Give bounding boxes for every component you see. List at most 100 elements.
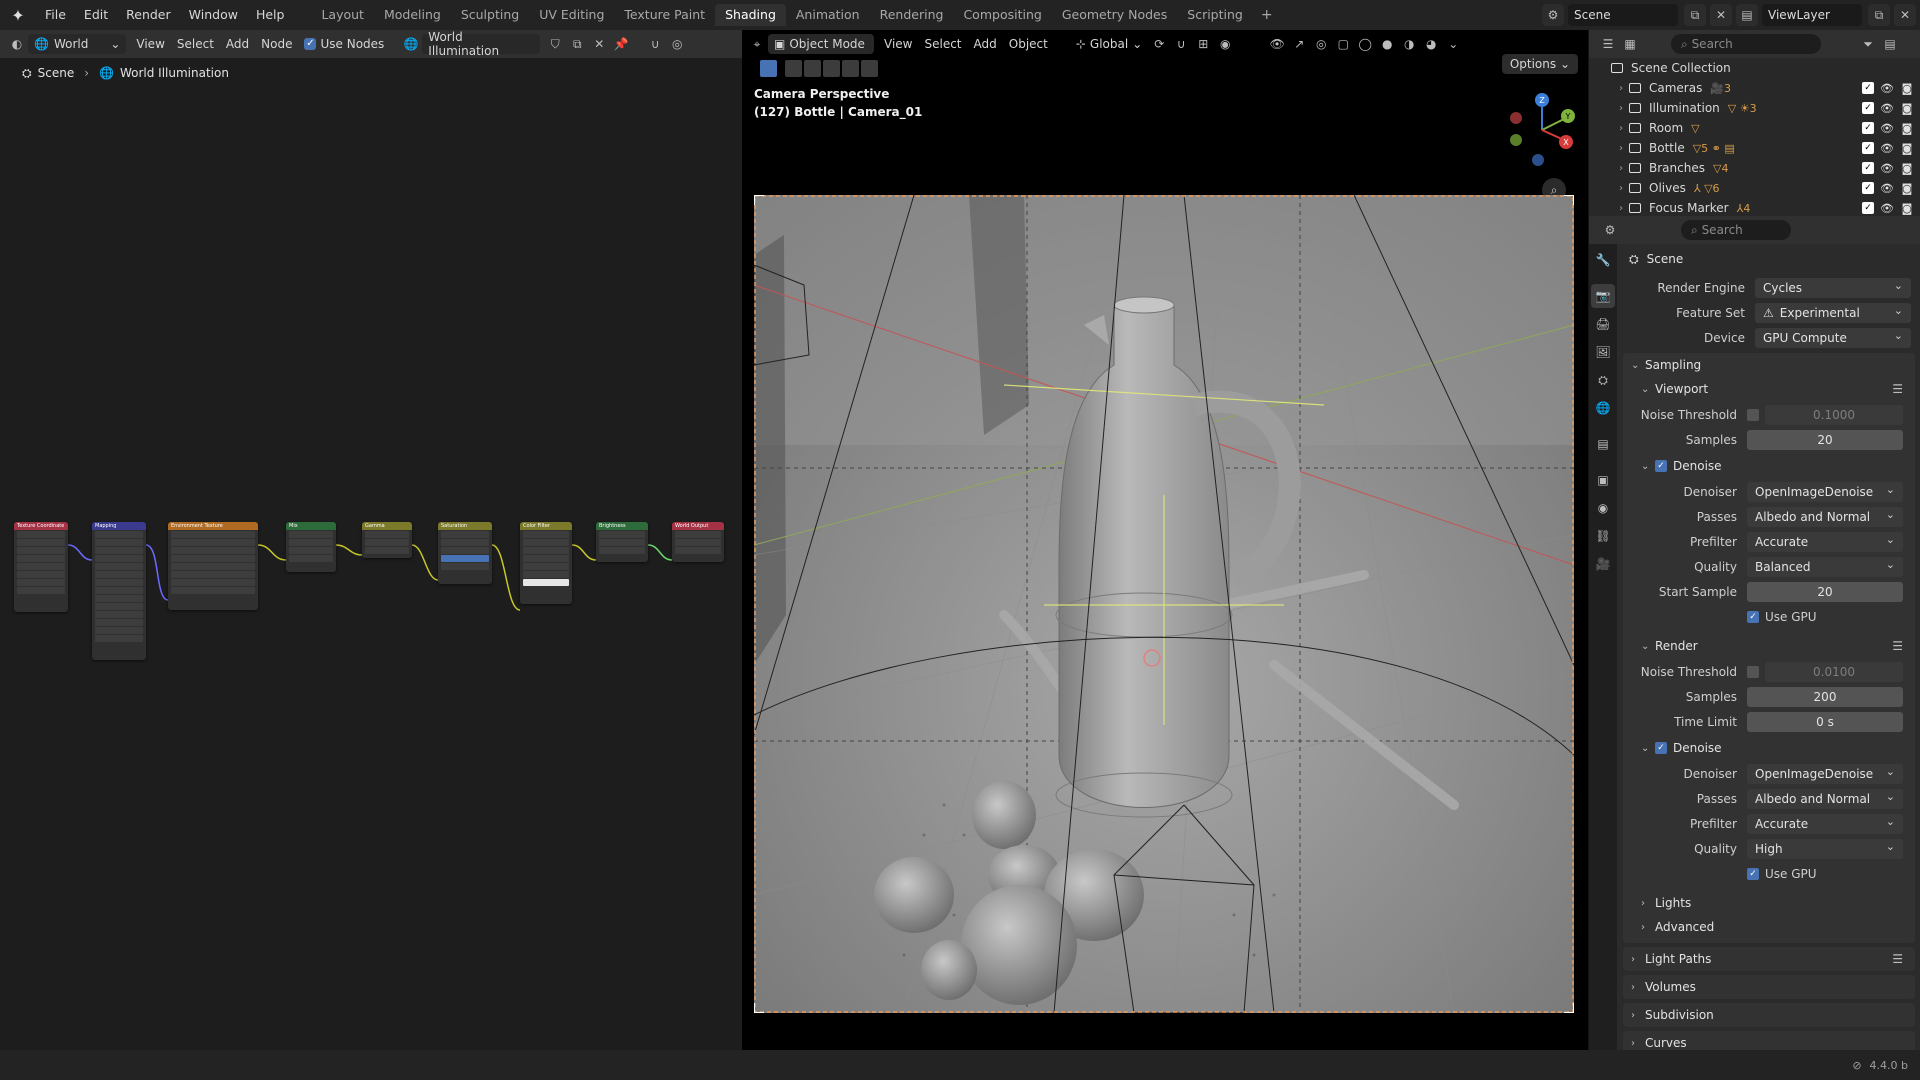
use-gpu-checkbox[interactable]: ✓ [1747, 611, 1759, 623]
chevron-right-icon[interactable]: › [1613, 163, 1629, 174]
overlay-icon[interactable]: ◎ [666, 34, 688, 54]
menu-window[interactable]: Window [180, 0, 247, 30]
snap-target-icon[interactable]: ⊞ [1192, 34, 1214, 54]
presets-list-icon[interactable]: ☰ [1892, 382, 1903, 396]
blender-logo-icon[interactable]: ✦ [0, 0, 36, 30]
view-layer-selector[interactable]: ViewLayer [1762, 4, 1862, 26]
breadcrumb-world[interactable]: World Illumination [120, 66, 229, 80]
viewport-denoise-checkbox[interactable]: ✓ [1655, 460, 1667, 472]
render-camera-icon[interactable]: ◙ [1900, 182, 1914, 195]
exclude-checkbox[interactable]: ✓ [1862, 202, 1874, 214]
tab-sculpting[interactable]: Sculpting [451, 4, 529, 26]
render-subpanel-header[interactable]: ⌄ Render ☰ [1623, 634, 1915, 658]
outliner-item-branches[interactable]: › Branches ▽4 ✓ 👁 ◙ [1589, 158, 1920, 178]
add-workspace-button[interactable]: + [1253, 7, 1281, 23]
lights-subpanel-header[interactable]: › Lights [1623, 891, 1915, 915]
sampling-panel-header[interactable]: ⌄ Sampling [1623, 353, 1915, 377]
menu-file[interactable]: File [36, 0, 75, 30]
breadcrumb-scene[interactable]: Scene [38, 66, 75, 80]
select-mode-new-icon[interactable] [785, 59, 802, 77]
node-color-filter[interactable]: Color Filter [520, 522, 572, 604]
new-view-layer-icon[interactable]: ⧉ [1868, 4, 1890, 26]
presets-list-icon[interactable]: ☰ [1892, 639, 1903, 653]
viewport-start-sample-field[interactable]: 20 [1747, 582, 1903, 602]
visibility-icon[interactable]: 👁 [1266, 34, 1288, 54]
select-mode-subtract-icon[interactable] [823, 59, 840, 77]
viewport-subpanel-header[interactable]: ⌄ Viewport ☰ [1623, 377, 1915, 401]
node-world-output[interactable]: World Output [672, 522, 724, 562]
snap-icon[interactable]: ∪ [644, 34, 666, 54]
chevron-right-icon[interactable]: › [1613, 143, 1629, 154]
use-gpu-checkbox[interactable]: ✓ [1747, 868, 1759, 880]
tab-animation[interactable]: Animation [786, 4, 870, 26]
outliner-item-cameras[interactable]: › Cameras 🎥3 ✓ 👁 ◙ [1589, 78, 1920, 98]
tab-texture-paint[interactable]: Texture Paint [614, 4, 715, 26]
volumes-panel[interactable]: › Volumes [1623, 975, 1915, 999]
vp-menu-object[interactable]: Object [1003, 34, 1054, 54]
eye-icon[interactable]: 👁 [1880, 162, 1894, 175]
noise-threshold-checkbox[interactable] [1747, 409, 1759, 421]
node-gamma[interactable]: Gamma [362, 522, 412, 558]
eye-icon[interactable]: 👁 [1880, 142, 1894, 155]
viewport-denoise-subpanel-header[interactable]: ⌄ ✓ Denoise [1623, 454, 1915, 478]
tab-rendering[interactable]: Rendering [870, 4, 954, 26]
viewport-denoiser-dropdown[interactable]: OpenImageDenoise [1747, 482, 1903, 502]
render-denoise-checkbox[interactable]: ✓ [1655, 742, 1667, 754]
menu-edit[interactable]: Edit [75, 0, 117, 30]
node-saturation[interactable]: Saturation [438, 522, 492, 584]
snap-icon[interactable]: ∪ [1170, 34, 1192, 54]
chevron-right-icon[interactable]: › [1613, 183, 1629, 194]
options-button[interactable]: Options ⌄ [1501, 54, 1578, 74]
wireframe-shading-icon[interactable]: ◯ [1354, 34, 1376, 54]
node-texture-coordinate[interactable]: Texture Coordinate [14, 522, 68, 612]
scene-tab-icon[interactable]: ⛭ [1591, 368, 1615, 392]
node-menu-view[interactable]: View [130, 34, 170, 54]
node-mapping[interactable]: Mapping [92, 522, 146, 660]
node-menu-add[interactable]: Add [220, 34, 255, 54]
constraints-tab-icon[interactable]: ⛓ [1591, 524, 1615, 548]
exclude-checkbox[interactable]: ✓ [1862, 142, 1874, 154]
select-mode-intersect-icon[interactable] [861, 59, 878, 77]
chevron-right-icon[interactable]: › [1613, 203, 1629, 214]
render-use-gpu-row[interactable]: ✓ Use GPU [1623, 863, 1915, 885]
exclude-checkbox[interactable]: ✓ [1862, 102, 1874, 114]
tool-tab-icon[interactable]: 🔧 [1591, 248, 1615, 272]
node-canvas[interactable]: Texture Coordinate Mapping Environment T… [0, 90, 742, 1050]
presets-list-icon[interactable]: ☰ [1892, 952, 1903, 966]
tab-modeling[interactable]: Modeling [374, 4, 451, 26]
vp-menu-add[interactable]: Add [968, 34, 1003, 54]
render-camera-icon[interactable]: ◙ [1900, 142, 1914, 155]
render-quality-dropdown[interactable]: High [1747, 839, 1903, 859]
output-tab-icon[interactable]: 🖨 [1591, 312, 1615, 336]
menu-render[interactable]: Render [117, 0, 180, 30]
render-tab-icon[interactable]: 📷 [1591, 284, 1615, 308]
filter-icon[interactable]: ⏷ [1857, 34, 1879, 54]
exclude-checkbox[interactable]: ✓ [1862, 182, 1874, 194]
pivot-icon[interactable]: ⟳ [1148, 34, 1170, 54]
viewport-prefilter-dropdown[interactable]: Accurate [1747, 532, 1903, 552]
subdivision-panel[interactable]: › Subdivision [1623, 1003, 1915, 1027]
fake-user-icon[interactable]: ⛉ [544, 34, 566, 54]
mode-dropdown[interactable]: ▣ Object Mode [768, 34, 874, 54]
view-layer-icon[interactable]: ▤ [1736, 4, 1758, 26]
render-prefilter-dropdown[interactable]: Accurate [1747, 814, 1903, 834]
new-collection-icon[interactable]: ▤ [1879, 34, 1901, 54]
editor-type-icon[interactable]: ⚙ [1599, 220, 1621, 240]
render-camera-icon[interactable]: ◙ [1900, 122, 1914, 135]
feature-set-dropdown[interactable]: ⚠ Experimental [1755, 303, 1911, 323]
render-camera-icon[interactable]: ◙ [1900, 162, 1914, 175]
shader-type-dropdown[interactable]: 🌐 World ⌄ [28, 34, 127, 54]
render-camera-icon[interactable]: ◙ [1900, 102, 1914, 115]
outliner-item-focus-marker[interactable]: › Focus Marker ⅄4 ✓ 👁 ◙ [1589, 198, 1920, 218]
tab-uv-editing[interactable]: UV Editing [529, 4, 614, 26]
outliner-scene-collection[interactable]: Scene Collection [1589, 58, 1920, 78]
display-mode-icon[interactable]: ▦ [1619, 34, 1641, 54]
tab-geometry-nodes[interactable]: Geometry Nodes [1052, 4, 1177, 26]
tab-layout[interactable]: Layout [311, 4, 374, 26]
view-layer-tab-icon[interactable]: 🖼 [1591, 340, 1615, 364]
scene-selector[interactable]: Scene [1568, 4, 1678, 26]
use-nodes-toggle[interactable]: ✓ Use Nodes [298, 34, 390, 54]
editor-type-icon[interactable]: ◐ [6, 34, 28, 54]
menu-help[interactable]: Help [247, 0, 294, 30]
editor-type-icon[interactable]: ⌖ [746, 34, 768, 54]
